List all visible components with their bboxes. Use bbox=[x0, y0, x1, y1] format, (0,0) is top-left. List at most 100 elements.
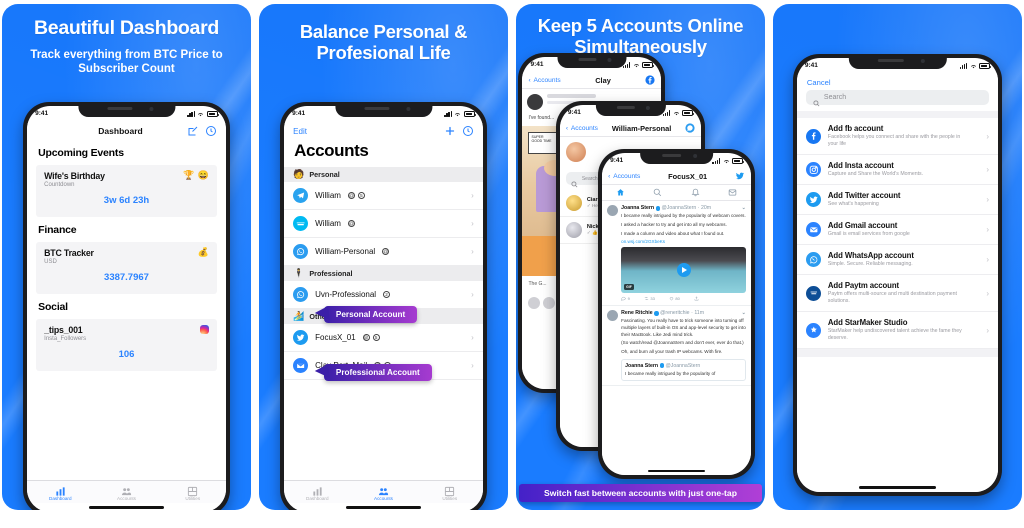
twitter-icon[interactable] bbox=[735, 171, 745, 181]
tab-utilities[interactable]: Utilities bbox=[160, 484, 226, 501]
switch-accounts-banner: Switch fast between accounts with just o… bbox=[519, 484, 762, 502]
reply-action[interactable]: 9 bbox=[621, 296, 630, 302]
chevron-down-icon[interactable]: ⌄ bbox=[742, 310, 746, 316]
search-icon[interactable] bbox=[639, 188, 676, 197]
play-icon[interactable] bbox=[676, 263, 691, 278]
tweet-time: 11m bbox=[694, 310, 705, 317]
tab-dashboard[interactable]: Dashboard bbox=[284, 484, 350, 501]
tweet-video[interactable]: GIF bbox=[621, 247, 747, 294]
verified-icon bbox=[655, 206, 661, 211]
back-button[interactable]: ‹ Accounts bbox=[608, 173, 640, 180]
add-account-row-twitter[interactable]: Add Twitter account See what's happening… bbox=[796, 185, 999, 216]
starmaker-icon bbox=[805, 322, 821, 338]
back-button[interactable]: ‹ Accounts bbox=[566, 125, 598, 132]
tweet[interactable]: Rene Ritchie @reneritchie · 11m ⌄ Fascin… bbox=[602, 306, 752, 387]
share-action[interactable] bbox=[694, 296, 699, 301]
list-bottom-gap bbox=[796, 349, 999, 358]
twitter-nav: ‹ Accounts FocusX_01 bbox=[602, 168, 752, 186]
paytm-icon bbox=[805, 285, 821, 301]
tweet-line: I became really intrigued by the popular… bbox=[621, 213, 746, 219]
like-action[interactable]: 80 bbox=[669, 296, 680, 301]
grid-icon bbox=[187, 484, 198, 497]
add-account-row-starmaker[interactable]: Add StarMaker Studio StarMaker help undi… bbox=[796, 312, 999, 350]
page-title: FocusX_01 bbox=[668, 171, 708, 181]
add-account-row-gmail[interactable]: Add Gmail account Gmail is email service… bbox=[796, 215, 999, 246]
tweet-author: Rene Ritchie bbox=[621, 310, 653, 317]
count-badge: 5 bbox=[372, 334, 380, 341]
accounts-nav: Edit bbox=[284, 121, 483, 140]
gmail-icon bbox=[805, 222, 821, 238]
battery-icon bbox=[642, 62, 655, 68]
search-input[interactable]: Search bbox=[805, 90, 990, 107]
back-button[interactable]: ‹ Accounts bbox=[528, 77, 560, 84]
compose-icon[interactable] bbox=[187, 125, 199, 137]
chevron-right-icon: › bbox=[471, 247, 474, 256]
account-row[interactable]: Uvn-Professional 2 › bbox=[284, 281, 483, 309]
add-account-desc: Facebook helps you connect and share wit… bbox=[827, 134, 961, 148]
status-time: 9:41 bbox=[567, 109, 581, 117]
settings-icon[interactable] bbox=[205, 125, 217, 137]
signal-icon bbox=[187, 110, 195, 117]
plus-icon[interactable] bbox=[444, 125, 456, 137]
battery-icon bbox=[732, 158, 745, 164]
quote-text: I became really intrigued by the popular… bbox=[625, 370, 716, 376]
card-emojis: 💰 bbox=[198, 248, 209, 257]
tab-utilities[interactable]: Utilities bbox=[417, 484, 483, 501]
card-insta-followers[interactable]: _tips_001 Insta_Followers 106 bbox=[36, 319, 217, 371]
card-btc-tracker[interactable]: BTC Tracker USD 💰 3387.7967 bbox=[36, 242, 217, 294]
home-icon[interactable] bbox=[602, 188, 639, 197]
phone-dashboard: 9:41 Dashboard Upcoming Events Wife's Bi… bbox=[23, 102, 230, 510]
settings-icon[interactable] bbox=[462, 125, 474, 137]
phone-accounts: 9:41 Edit Accounts 🧑 Personal William @ … bbox=[280, 102, 487, 510]
gif-badge: GIF bbox=[624, 284, 634, 291]
card-value: 3w 6d 23h bbox=[103, 195, 150, 206]
card-title: Wife's Birthday bbox=[44, 171, 105, 181]
add-account-row-instagram[interactable]: Add Insta account Capture and Share the … bbox=[796, 155, 999, 186]
mail-icon[interactable] bbox=[714, 188, 751, 197]
status-time: 9:41 bbox=[35, 110, 49, 117]
tab-dashboard[interactable]: Dashboard bbox=[27, 484, 93, 501]
accounts-screen: Edit Accounts 🧑 Personal William @ 5 › W… bbox=[284, 121, 483, 480]
add-account-row-paytm[interactable]: Add Paytm account Paytm offers multi-sou… bbox=[796, 275, 999, 313]
page-title: Accounts bbox=[294, 141, 369, 160]
at-badge: @ bbox=[362, 334, 370, 341]
list-gap bbox=[796, 111, 999, 118]
card-emojis: 🏆 😄 bbox=[183, 171, 208, 180]
add-account-title: Add fb account bbox=[827, 124, 884, 133]
verified-icon bbox=[659, 363, 665, 368]
card-upcoming-event[interactable]: Wife's Birthday Countdown 🏆 😄 3w 6d 23h bbox=[36, 165, 217, 217]
add-account-row-facebook[interactable]: Add fb account Facebook helps you connec… bbox=[796, 118, 999, 156]
smile-icon: 😄 bbox=[197, 170, 209, 180]
facebook-icon[interactable] bbox=[645, 75, 655, 86]
chevron-down-icon[interactable]: ⌄ bbox=[742, 205, 746, 211]
cancel-button[interactable]: Cancel bbox=[797, 73, 998, 90]
quoted-tweet[interactable]: Joanna Stern @JoannaStern I became reall… bbox=[621, 358, 747, 382]
add-account-title: Add Insta account bbox=[827, 161, 894, 171]
tweet[interactable]: Joanna Stern @JoannaStern · 20m ⌄ I beca… bbox=[602, 201, 752, 307]
group-label: Personal bbox=[309, 170, 340, 179]
facebook-nav: ‹ Accounts Clay bbox=[522, 72, 662, 90]
account-row[interactable]: FocusX_01 @ 5 › bbox=[284, 324, 483, 352]
edit-button[interactable]: Edit bbox=[293, 127, 311, 136]
bell-icon[interactable] bbox=[677, 188, 714, 197]
account-row[interactable]: William-Personal @ › bbox=[284, 238, 483, 266]
wifi-icon bbox=[455, 112, 461, 116]
panel-keep-accounts-online: Keep 5 Accounts Online Simultaneously 9:… bbox=[516, 4, 765, 510]
wifi-icon bbox=[633, 64, 639, 68]
chevron-right-icon: › bbox=[471, 290, 474, 299]
tab-accounts[interactable]: Accounts bbox=[93, 484, 159, 501]
count-badge: 5 bbox=[357, 192, 365, 199]
account-name: William-Personal bbox=[315, 247, 376, 256]
retweet-action[interactable]: 33 bbox=[644, 296, 655, 301]
whatsapp-icon[interactable] bbox=[685, 123, 695, 134]
signal-icon bbox=[712, 158, 721, 164]
tab-accounts[interactable]: Accounts bbox=[350, 484, 416, 501]
surfer-emoji-icon: 🏄 bbox=[293, 311, 305, 321]
status-time: 9:41 bbox=[292, 110, 306, 117]
tweet-actions: 9 33 80 bbox=[607, 293, 746, 302]
tweet-link[interactable]: on.wsj.com/2GXbeKs bbox=[621, 239, 746, 244]
account-row[interactable]: William @ › bbox=[284, 210, 483, 238]
account-row[interactable]: William @ 5 › bbox=[284, 182, 483, 210]
account-name: William bbox=[315, 219, 341, 228]
add-account-row-whatsapp[interactable]: Add WhatsApp account Simple. Secure. Rel… bbox=[796, 245, 999, 276]
